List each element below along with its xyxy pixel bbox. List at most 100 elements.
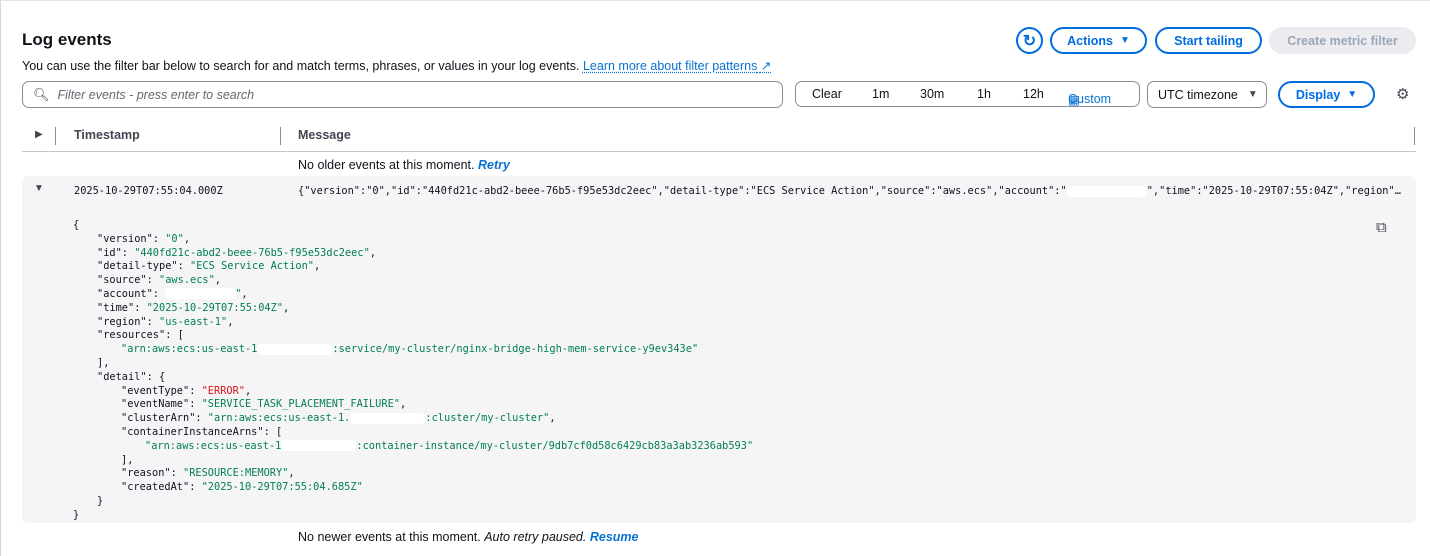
older-events-note: No older events at this moment. Retry: [298, 158, 510, 172]
json-key: "detail-type":: [97, 260, 190, 273]
column-resize-handle[interactable]: [1414, 127, 1415, 145]
json-value: "ECS Service Action": [190, 260, 314, 273]
json-value: "2025-10-29T07:55:04.685Z": [201, 481, 363, 494]
json-punct: [: [177, 329, 184, 342]
column-header-timestamp[interactable]: Timestamp: [74, 128, 140, 142]
json-line: "time": "2025-10-29T07:55:04Z",: [73, 302, 753, 316]
json-punct: {: [159, 370, 166, 383]
redacted-block: [281, 440, 357, 452]
json-punct: [: [275, 425, 283, 438]
json-value: :container-instance/my-cluster/9db7cf0d5…: [356, 439, 754, 452]
json-value: "us-east-1": [159, 315, 228, 328]
json-line: "arn:aws:ecs:us-east-1 :service/my-cluste…: [73, 343, 753, 357]
json-punct: ,: [183, 232, 191, 245]
actions-button[interactable]: Actions ▼: [1050, 27, 1147, 54]
caret-down-icon: ▼: [1119, 35, 1130, 46]
json-line: ],: [73, 454, 753, 468]
json-line: "region": "us-east-1",: [73, 316, 753, 330]
page-title: Log events: [22, 30, 112, 49]
json-value: "aws.ecs": [159, 274, 215, 287]
newer-events-note: No newer events at this moment. Auto ret…: [298, 530, 639, 544]
json-value: "ERROR": [201, 384, 245, 397]
json-punct: ,: [227, 315, 234, 328]
json-key: "source":: [97, 274, 159, 287]
json-line: "clusterArn": "arn:aws:ecs:us-east-1.:cl…: [73, 412, 753, 426]
search-icon: 🔍︎: [33, 86, 50, 102]
timezone-select[interactable]: UTC timezone ▼: [1147, 81, 1267, 108]
json-value: "arn:aws:ecs:us-east-1.: [207, 412, 351, 425]
redacted-block: [165, 288, 236, 300]
json-text: }: [73, 508, 80, 521]
json-text: {: [73, 219, 80, 231]
json-line: }: [73, 509, 753, 523]
column-header-message[interactable]: Message: [298, 128, 351, 142]
calendar-icon: ▦: [1068, 93, 1080, 107]
time-1h[interactable]: 1h: [977, 87, 991, 101]
json-key: "reason":: [121, 467, 183, 480]
settings-gear-icon[interactable]: ⚙: [1396, 85, 1409, 103]
create-metric-filter-button[interactable]: Create metric filter: [1269, 27, 1416, 54]
json-value: :service/my-cluster/nginx-bridge-high-me…: [332, 343, 699, 356]
refresh-icon: ↻: [1022, 32, 1037, 50]
search-input[interactable]: [57, 87, 758, 102]
time-clear[interactable]: Clear: [812, 87, 842, 101]
column-resize-handle[interactable]: [280, 127, 281, 145]
json-line: "id": "440fd21c-abd2-beee-76b5-f95e53dc2…: [73, 247, 753, 261]
json-line: }: [73, 495, 753, 509]
json-punct: ,: [214, 274, 221, 287]
json-punct: ,: [288, 467, 295, 480]
json-text: ],: [97, 356, 110, 369]
refresh-button[interactable]: ↻: [1016, 27, 1043, 54]
json-line: "reason": "RESOURCE:MEMORY",: [73, 467, 753, 481]
learn-more-link[interactable]: Learn more about filter patterns ↗: [583, 59, 771, 73]
json-line: "resources": [: [73, 329, 753, 343]
json-key: "account":: [97, 287, 166, 300]
json-key: "resources":: [97, 329, 178, 342]
copy-icon[interactable]: ⧉: [1376, 219, 1387, 236]
json-punct: ,: [369, 246, 376, 259]
expand-all-icon[interactable]: ▶: [35, 129, 43, 140]
json-line: "eventName": "SERVICE_TASK_PLACEMENT_FAI…: [73, 398, 753, 412]
json-value: "2025-10-29T07:55:04Z": [146, 301, 283, 314]
caret-down-icon: ▼: [1347, 89, 1358, 100]
description-text: You can use the filter bar below to sear…: [22, 59, 580, 73]
json-text: }: [97, 494, 104, 507]
json-punct: ,: [283, 301, 290, 314]
json-key: "createdAt":: [121, 481, 202, 494]
json-key: "id":: [97, 246, 135, 259]
redacted-block: [1066, 185, 1147, 197]
start-tailing-button[interactable]: Start tailing: [1155, 27, 1262, 54]
json-key: "region":: [97, 315, 159, 328]
json-key: "version":: [97, 232, 166, 245]
event-json: {"version": "0", "id": "440fd21c-abd2-bee…: [73, 219, 753, 523]
retry-link[interactable]: Retry: [478, 158, 510, 172]
json-line: ],: [73, 357, 753, 371]
json-line: "account": ",: [73, 288, 753, 302]
event-timestamp: 2025-10-29T07:55:04.000Z: [74, 185, 223, 197]
json-value: "arn:aws:ecs:us-east-1: [121, 343, 258, 356]
time-1m[interactable]: 1m: [872, 87, 889, 101]
json-value: "0": [165, 232, 184, 245]
resume-link[interactable]: Resume: [590, 530, 639, 544]
time-range-selector: Clear 1m 30m 1h 12h Custom ▦: [795, 81, 1140, 107]
time-12h[interactable]: 12h: [1023, 87, 1044, 101]
collapse-row-icon[interactable]: ▼: [34, 183, 44, 194]
description: You can use the filter bar below to sear…: [22, 58, 771, 73]
header-divider: [22, 151, 1416, 152]
column-divider: [55, 127, 56, 145]
json-key: "eventType":: [121, 384, 202, 397]
json-punct: ,: [241, 287, 248, 300]
json-line: "eventType": "ERROR",: [73, 385, 753, 399]
json-line: "version": "0",: [73, 233, 753, 247]
json-line: {: [73, 219, 753, 233]
json-line: "detail-type": "ECS Service Action",: [73, 260, 753, 274]
time-30m[interactable]: 30m: [920, 87, 944, 101]
json-punct: ,: [549, 412, 556, 425]
display-button[interactable]: Display ▼: [1278, 81, 1375, 108]
json-key: "clusterArn":: [121, 412, 208, 425]
json-line: "createdAt": "2025-10-29T07:55:04.685Z": [73, 481, 753, 495]
json-punct: ,: [314, 260, 321, 273]
filter-search[interactable]: 🔍︎: [22, 81, 783, 108]
json-key: "detail":: [97, 370, 159, 383]
json-punct: ,: [245, 384, 252, 397]
